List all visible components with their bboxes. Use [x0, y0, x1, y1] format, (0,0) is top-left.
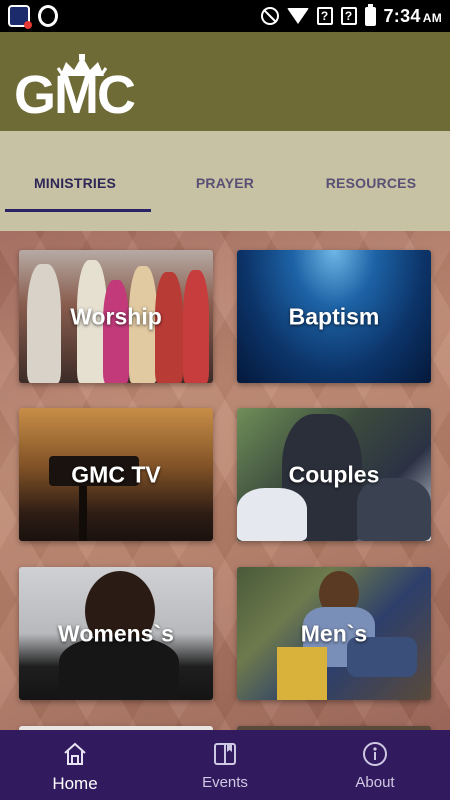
ministry-card-worship[interactable]: Worship	[19, 250, 213, 383]
nav-events[interactable]: Events	[150, 730, 300, 800]
app-header: GMC	[0, 32, 450, 131]
ministry-label-gmc-tv: GMC TV	[71, 461, 161, 487]
nav-about-label: About	[355, 774, 395, 791]
opera-icon	[38, 5, 58, 27]
nav-home-label: Home	[52, 774, 98, 793]
tab-prayer[interactable]: PRAYER	[150, 175, 300, 203]
ministry-card-couples[interactable]: Couples	[237, 408, 431, 541]
nav-home[interactable]: Home	[0, 730, 150, 800]
do-not-disturb-icon	[260, 7, 279, 25]
ministry-card-womens[interactable]: Womens`s	[19, 567, 213, 700]
wifi-icon	[286, 8, 309, 24]
tab-resources[interactable]: RESOURCES	[296, 175, 446, 203]
status-bar: ? ? 7:34 AM	[0, 0, 450, 32]
status-time: 7:34 AM	[383, 5, 442, 26]
bottom-navigation: Home Events About	[0, 730, 450, 800]
signal-icon-2: ?	[340, 7, 357, 25]
gmc-logo: GMC	[14, 42, 144, 122]
tab-indicator	[5, 209, 151, 212]
ministry-card-baptism[interactable]: Baptism	[237, 250, 431, 383]
home-icon	[62, 740, 88, 768]
tab-ministries[interactable]: MINISTRIES	[0, 175, 150, 203]
app-notification-icon	[8, 5, 32, 29]
nav-about[interactable]: About	[300, 730, 450, 800]
tab-bar: MINISTRIES PRAYER RESOURCES	[0, 131, 450, 231]
ministries-grid: Worship Baptism GMC TV Couples Womens`s …	[0, 231, 450, 730]
ministry-card-mens[interactable]: Men`s	[237, 567, 431, 700]
battery-icon	[364, 3, 376, 26]
ministry-label-worship: Worship	[70, 303, 162, 329]
ministry-label-mens: Men`s	[300, 620, 368, 646]
ministry-label-baptism: Baptism	[288, 303, 380, 329]
signal-icon-1: ?	[316, 7, 333, 25]
book-icon	[212, 740, 238, 768]
info-icon	[362, 740, 388, 768]
ministry-label-womens: Womens`s	[58, 620, 174, 646]
nav-events-label: Events	[202, 774, 248, 791]
ministry-card-gmc-tv[interactable]: GMC TV	[19, 408, 213, 541]
ministry-label-couples: Couples	[288, 461, 380, 487]
